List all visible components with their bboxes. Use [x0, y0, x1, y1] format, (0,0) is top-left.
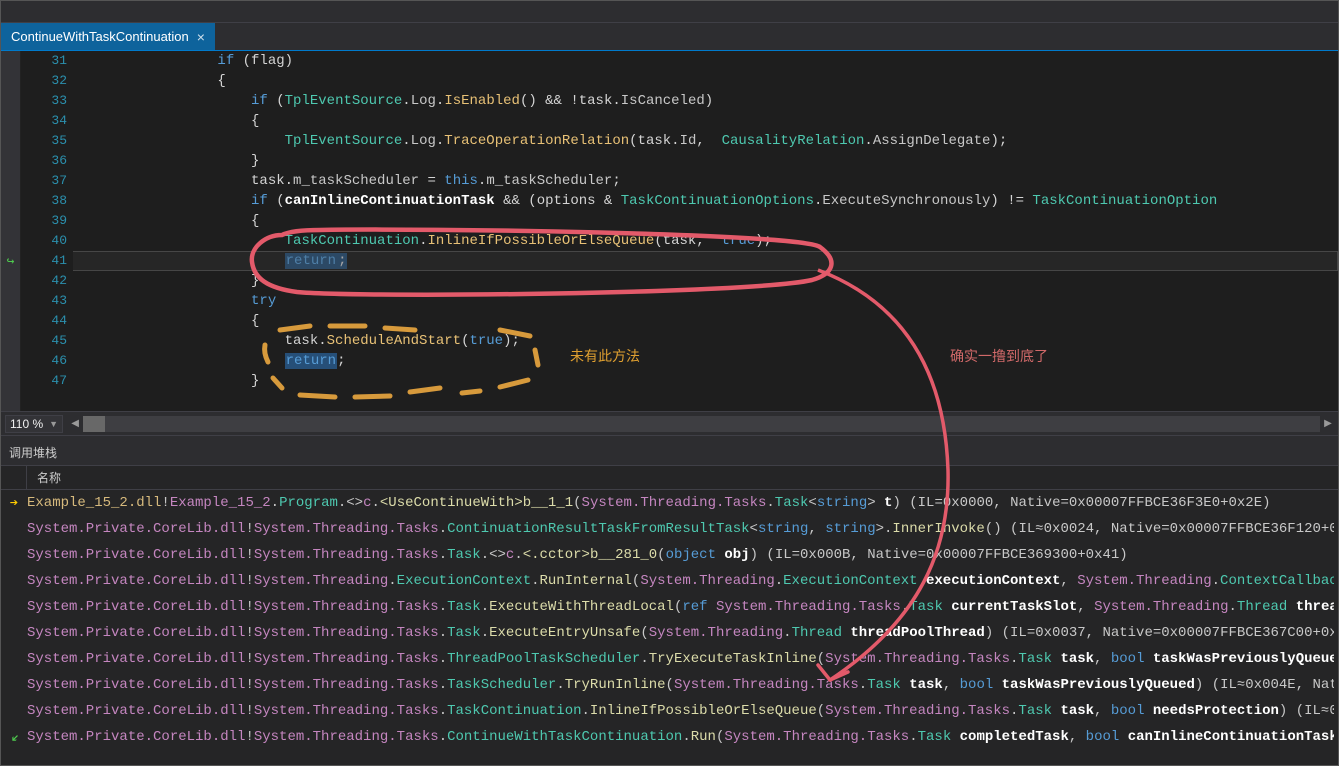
window-title-bar: [1, 1, 1338, 23]
code-line[interactable]: {: [83, 211, 1338, 231]
scroll-right-icon[interactable]: ▶: [1320, 416, 1336, 432]
line-number: 31: [51, 51, 67, 71]
code-line[interactable]: TplEventSource.Log.TraceOperationRelatio…: [83, 131, 1338, 151]
callstack-row[interactable]: System.Private.CoreLib.dll!System.Thread…: [1, 516, 1338, 542]
line-number-gutter: 3132333435363738394041424344454647: [21, 51, 73, 411]
code-line[interactable]: }: [83, 271, 1338, 291]
line-number: 46: [51, 351, 67, 371]
code-line[interactable]: {: [83, 311, 1338, 331]
callstack-row[interactable]: System.Private.CoreLib.dll!System.Thread…: [1, 568, 1338, 594]
line-number: 41: [51, 251, 67, 271]
code-editor[interactable]: ↪ 3132333435363738394041424344454647 if …: [1, 51, 1338, 411]
line-number: 40: [51, 231, 67, 251]
scrollbar-thumb[interactable]: [83, 416, 105, 432]
zoom-value: 110 %: [10, 417, 43, 431]
horizontal-scrollbar[interactable]: ◀ ▶: [65, 416, 1338, 432]
code-line[interactable]: try: [83, 291, 1338, 311]
call-stack-panel: 调用堆栈 名称 ➔Example_15_2.dll!Example_15_2.P…: [1, 440, 1338, 765]
line-number: 32: [51, 71, 67, 91]
line-number: 38: [51, 191, 67, 211]
code-line[interactable]: {: [83, 71, 1338, 91]
code-line[interactable]: if (flag): [83, 51, 1338, 71]
line-number: 33: [51, 91, 67, 111]
code-line[interactable]: TaskContinuation.InlineIfPossibleOrElseQ…: [83, 231, 1338, 251]
scroll-left-icon[interactable]: ◀: [67, 416, 83, 432]
column-name-header: 名称: [27, 469, 61, 486]
execution-pointer-icon: ↪: [7, 252, 15, 272]
panel-title: 调用堆栈: [1, 440, 1338, 466]
code-line[interactable]: }: [83, 371, 1338, 391]
code-line[interactable]: if (canInlineContinuationTask && (option…: [83, 191, 1338, 211]
zoom-combo[interactable]: 110 % ▼: [5, 415, 63, 433]
code-line[interactable]: {: [83, 111, 1338, 131]
code-line[interactable]: }: [83, 151, 1338, 171]
callstack-row[interactable]: System.Private.CoreLib.dll!System.Thread…: [1, 698, 1338, 724]
callstack-row[interactable]: System.Private.CoreLib.dll!System.Thread…: [1, 672, 1338, 698]
callstack-row[interactable]: ➔System.Private.CoreLib.dll!System.Threa…: [1, 724, 1338, 750]
line-number: 34: [51, 111, 67, 131]
line-number: 37: [51, 171, 67, 191]
line-number: 47: [51, 371, 67, 391]
line-number: 43: [51, 291, 67, 311]
code-line[interactable]: task.ScheduleAndStart(true);: [83, 331, 1338, 351]
line-number: 35: [51, 131, 67, 151]
code-line[interactable]: if (TplEventSource.Log.IsEnabled() && !t…: [83, 91, 1338, 111]
line-number: 36: [51, 151, 67, 171]
editor-status-bar: 110 % ▼ ◀ ▶: [1, 411, 1338, 435]
code-line[interactable]: return;: [83, 351, 1338, 371]
chevron-down-icon: ▼: [49, 419, 58, 429]
line-number: 44: [51, 311, 67, 331]
callstack-row[interactable]: System.Private.CoreLib.dll!System.Thread…: [1, 646, 1338, 672]
close-icon[interactable]: ×: [197, 29, 205, 45]
annotation-text: 确实一撸到底了: [950, 346, 1048, 366]
column-header: 名称: [1, 466, 1338, 490]
tab-active[interactable]: ContinueWithTaskContinuation ×: [1, 23, 215, 50]
line-number: 42: [51, 271, 67, 291]
tab-bar: ContinueWithTaskContinuation ×: [1, 23, 1338, 51]
indicator-gutter: ↪: [1, 51, 21, 411]
current-frame-icon: ➔: [10, 495, 18, 512]
line-number: 39: [51, 211, 67, 231]
line-number: 45: [51, 331, 67, 351]
code-line[interactable]: return;: [83, 251, 1338, 271]
frame-pointer-icon: ➔: [5, 728, 23, 746]
code-line[interactable]: task.m_taskScheduler = this.m_taskSchedu…: [83, 171, 1338, 191]
tab-title: ContinueWithTaskContinuation: [11, 29, 189, 44]
annotation-text: 未有此方法: [570, 346, 640, 366]
callstack-row[interactable]: System.Private.CoreLib.dll!System.Thread…: [1, 594, 1338, 620]
callstack-row[interactable]: ➔Example_15_2.dll!Example_15_2.Program.<…: [1, 490, 1338, 516]
callstack-row[interactable]: System.Private.CoreLib.dll!System.Thread…: [1, 620, 1338, 646]
callstack-row[interactable]: System.Private.CoreLib.dll!System.Thread…: [1, 542, 1338, 568]
